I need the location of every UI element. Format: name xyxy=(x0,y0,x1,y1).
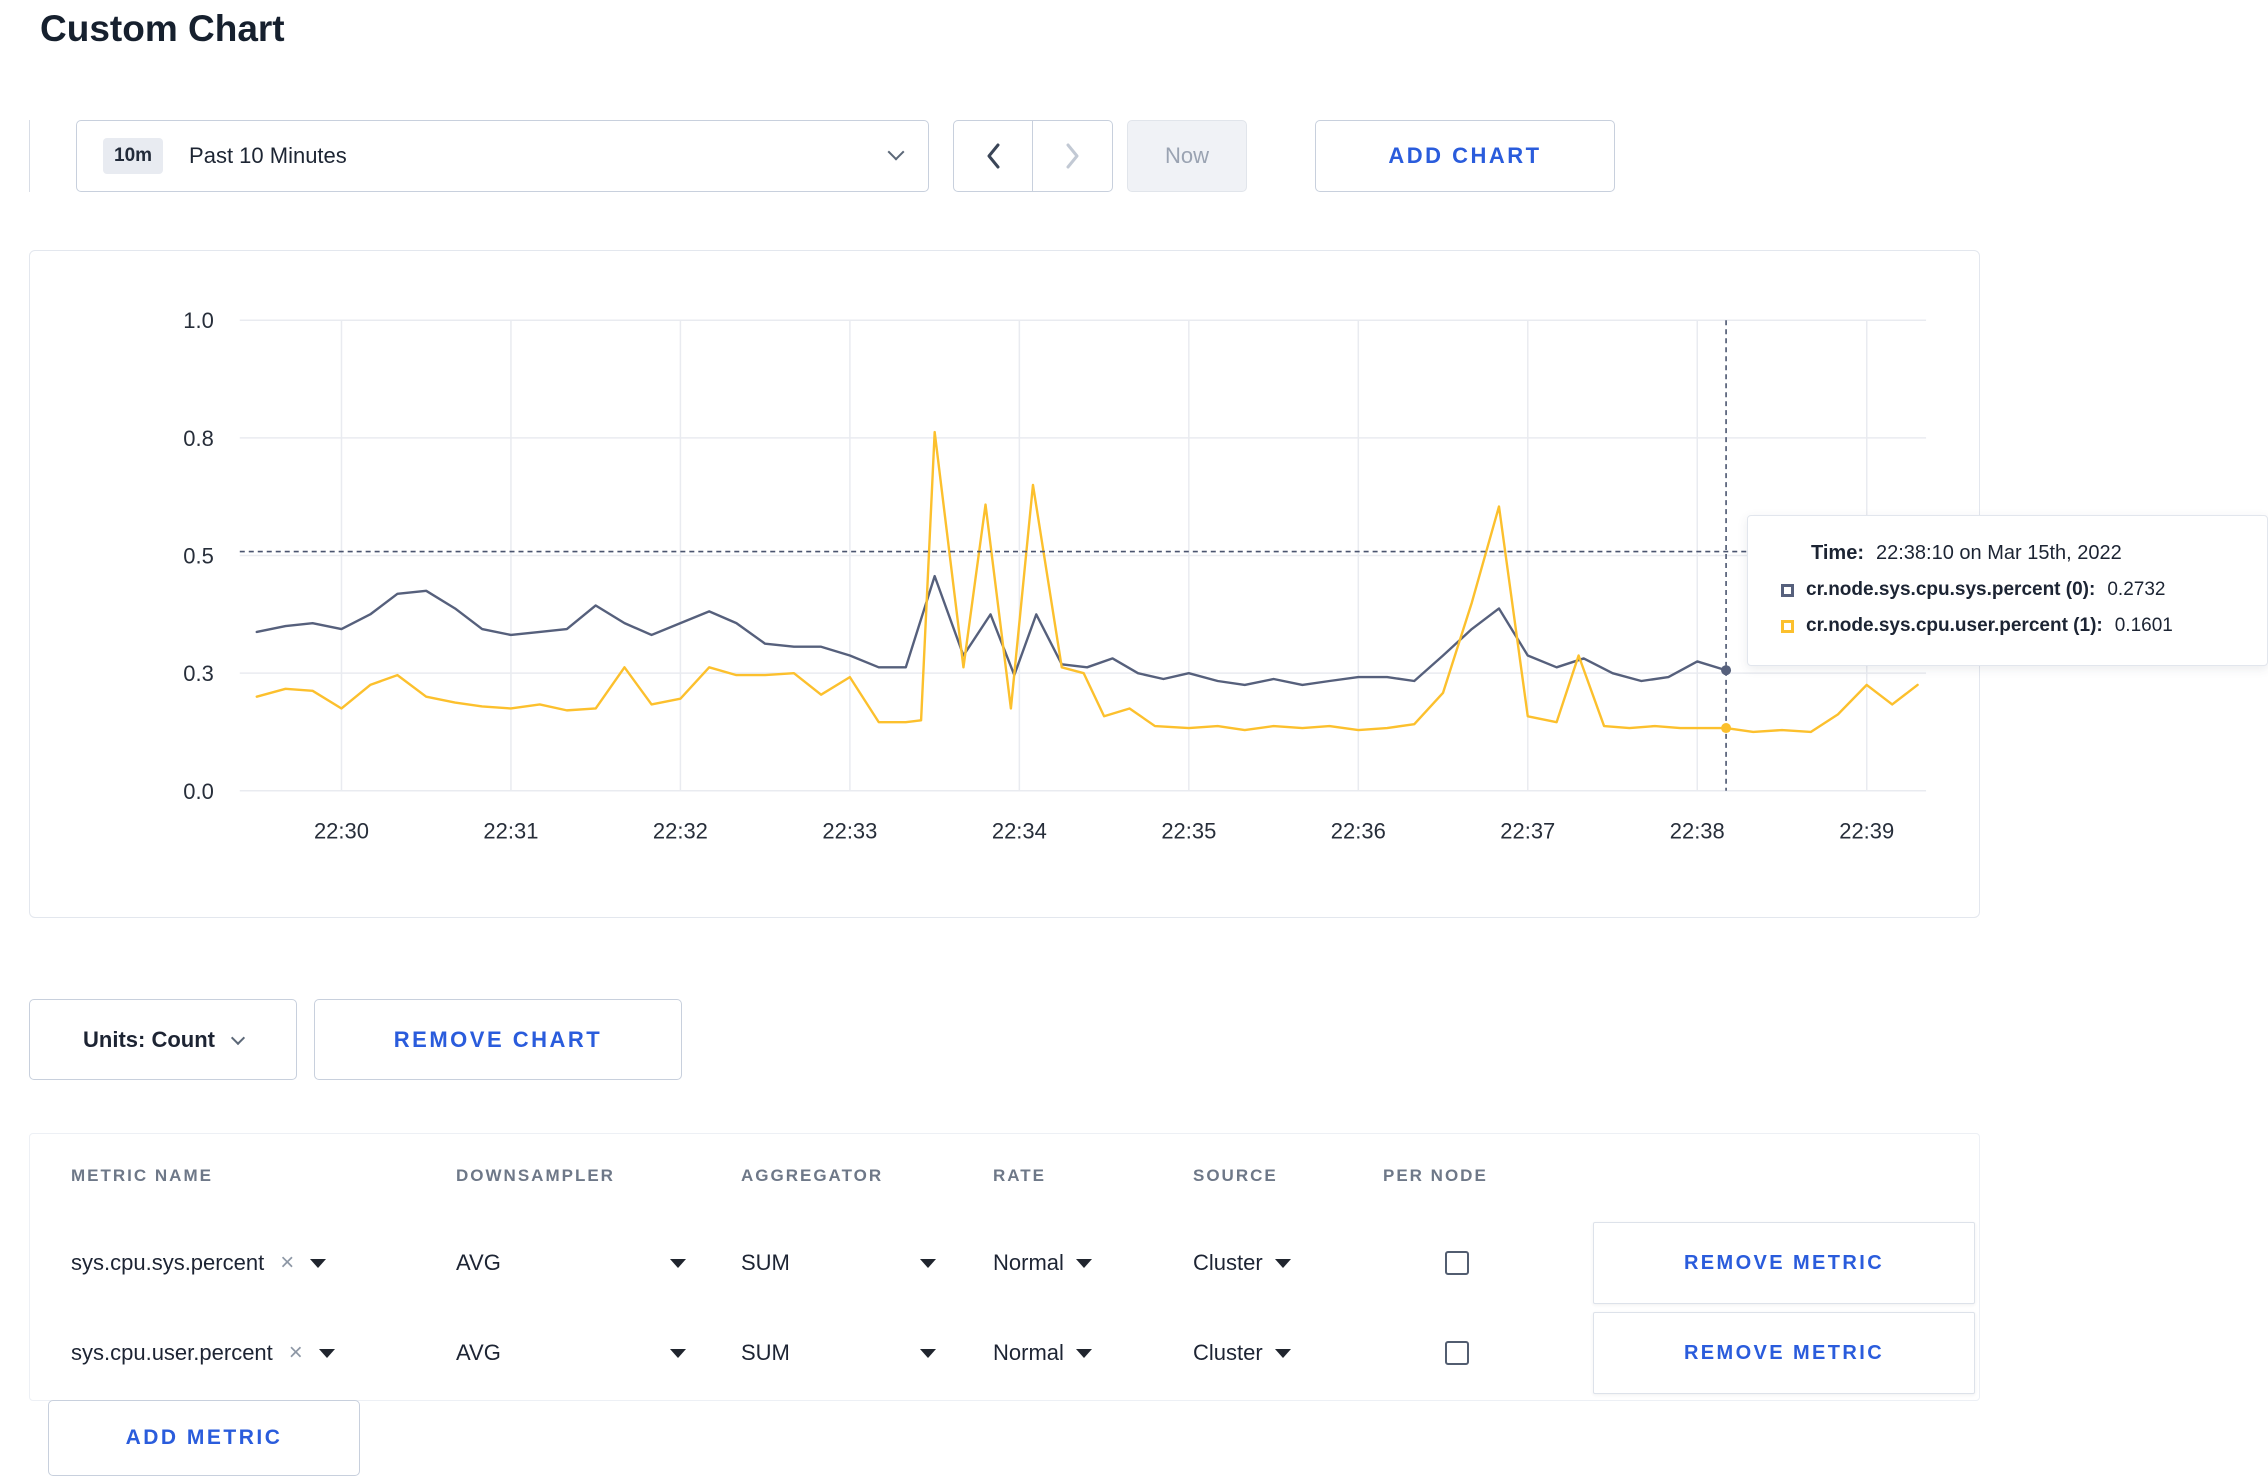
metrics-table-header: METRIC NAME DOWNSAMPLER AGGREGATOR RATE … xyxy=(71,1134,1979,1218)
remove-chart-button[interactable]: REMOVE CHART xyxy=(314,999,682,1080)
chart-card: 1.0 0.8 0.5 0.3 0.0 22:30 22:31 22:32 22:33 22:34… xyxy=(29,250,1980,918)
downsampler-select[interactable]: AVG xyxy=(456,1340,686,1366)
toolbar-divider xyxy=(29,120,30,192)
x-tick-label: 22:39 xyxy=(1839,819,1894,844)
metrics-table-card: METRIC NAME DOWNSAMPLER AGGREGATOR RATE … xyxy=(29,1133,1980,1401)
hover-marker xyxy=(1721,665,1732,676)
x-tick-label: 22:32 xyxy=(653,819,708,844)
aggregator-select[interactable]: SUM xyxy=(741,1340,936,1366)
col-header-per-node: PER NODE xyxy=(1383,1166,1488,1185)
hover-marker xyxy=(1721,723,1732,734)
x-tick-label: 22:31 xyxy=(483,819,538,844)
y-tick-label: 1.0 xyxy=(183,308,214,333)
y-tick-label: 0.0 xyxy=(183,779,214,804)
time-range-label: Past 10 Minutes xyxy=(189,143,347,168)
time-nav-group xyxy=(953,120,1113,192)
dropdown-arrow-icon xyxy=(1075,1348,1092,1358)
tooltip-series-label: cr.node.sys.cpu.user.percent (1): xyxy=(1806,615,2103,636)
dropdown-arrow-icon xyxy=(1075,1258,1092,1268)
x-tick-label: 22:33 xyxy=(822,819,877,844)
x-tick-label: 22:30 xyxy=(314,819,369,844)
metric-name-select[interactable]: sys.cpu.user.percent × xyxy=(71,1340,456,1366)
dropdown-arrow-icon xyxy=(1274,1348,1291,1358)
aggregator-value: SUM xyxy=(741,1340,790,1365)
x-tick-label: 22:36 xyxy=(1331,819,1386,844)
source-value: Cluster xyxy=(1193,1250,1263,1275)
x-tick-label: 22:38 xyxy=(1670,819,1725,844)
time-next-button[interactable] xyxy=(1033,120,1113,192)
rate-value: Normal xyxy=(993,1340,1064,1365)
tooltip-series-label: cr.node.sys.cpu.sys.percent (0): xyxy=(1806,579,2096,600)
clear-icon[interactable]: × xyxy=(289,1341,303,1365)
tooltip-time-value: 22:38:10 on Mar 15th, 2022 xyxy=(1875,542,2122,564)
chevron-down-icon xyxy=(887,143,905,161)
remove-metric-button[interactable]: REMOVE METRIC xyxy=(1593,1222,1975,1304)
tooltip-series-row: cr.node.sys.cpu.user.percent (1): 0.1601 xyxy=(1781,615,2257,637)
col-header-downsampler: DOWNSAMPLER xyxy=(456,1166,615,1185)
table-row: sys.cpu.user.percent × AVG SUM Normal Cl… xyxy=(71,1308,1979,1398)
dropdown-arrow-icon xyxy=(1274,1258,1291,1268)
series-swatch-icon xyxy=(1781,619,1794,633)
dropdown-arrow-icon xyxy=(920,1258,936,1268)
x-tick-label: 22:35 xyxy=(1161,819,1216,844)
source-value: Cluster xyxy=(1193,1340,1263,1365)
time-range-select[interactable]: 10m Past 10 Minutes xyxy=(76,120,929,192)
y-tick-label: 0.3 xyxy=(183,661,214,686)
dropdown-arrow-icon xyxy=(670,1348,686,1358)
add-chart-button[interactable]: ADD CHART xyxy=(1315,120,1615,192)
x-tick-label: 22:34 xyxy=(992,819,1047,844)
dropdown-arrow-icon xyxy=(318,1348,335,1358)
dropdown-arrow-icon xyxy=(670,1258,686,1268)
downsampler-value: AVG xyxy=(456,1340,501,1365)
x-tick-label: 22:37 xyxy=(1500,819,1555,844)
chart-controls-row: Units: Count REMOVE CHART xyxy=(29,999,682,1080)
time-toolbar: 10m Past 10 Minutes Now ADD CHART xyxy=(29,120,1615,192)
metric-name-select[interactable]: sys.cpu.sys.percent × xyxy=(71,1250,456,1276)
chevron-right-icon xyxy=(1066,143,1079,169)
metric-name-value: sys.cpu.user.percent xyxy=(71,1340,273,1365)
source-select[interactable]: Cluster xyxy=(1193,1340,1291,1366)
col-header-metric-name: METRIC NAME xyxy=(71,1166,213,1185)
series-line-cr.node.sys.cpu.user.percent xyxy=(255,430,1919,734)
tooltip-series-value: 0.2732 xyxy=(2107,579,2166,600)
clear-icon[interactable]: × xyxy=(280,1251,294,1275)
tooltip-series-value: 0.1601 xyxy=(2114,615,2173,636)
time-range-badge: 10m xyxy=(103,138,164,174)
col-header-aggregator: AGGREGATOR xyxy=(741,1166,884,1185)
rate-value: Normal xyxy=(993,1250,1064,1275)
tooltip-time-label: Time: xyxy=(1811,542,1864,564)
add-metric-button[interactable]: ADD METRIC xyxy=(48,1400,360,1476)
units-select[interactable]: Units: Count xyxy=(29,999,297,1080)
source-select[interactable]: Cluster xyxy=(1193,1250,1291,1276)
col-header-source: SOURCE xyxy=(1193,1166,1278,1185)
rate-select[interactable]: Normal xyxy=(993,1250,1092,1276)
series-line-cr.node.sys.cpu.sys.percent xyxy=(255,574,1728,687)
dropdown-arrow-icon xyxy=(310,1258,327,1268)
metric-name-value: sys.cpu.sys.percent xyxy=(71,1250,265,1275)
remove-metric-button[interactable]: REMOVE METRIC xyxy=(1593,1312,1975,1394)
chart-hover-tooltip: Time: 22:38:10 on Mar 15th, 2022 cr.node.… xyxy=(1747,515,2268,666)
now-button[interactable]: Now xyxy=(1127,120,1247,192)
dropdown-arrow-icon xyxy=(920,1348,936,1358)
chevron-down-icon xyxy=(230,1030,246,1045)
aggregator-value: SUM xyxy=(741,1250,790,1275)
y-tick-label: 0.5 xyxy=(183,544,214,569)
table-row: sys.cpu.sys.percent × AVG SUM Normal Clu… xyxy=(71,1218,1979,1308)
time-prev-button[interactable] xyxy=(953,120,1033,192)
per-node-checkbox[interactable] xyxy=(1445,1251,1469,1275)
page-title: Custom Chart xyxy=(40,8,285,49)
tooltip-series-row: cr.node.sys.cpu.sys.percent (0): 0.2732 xyxy=(1781,579,2257,601)
rate-select[interactable]: Normal xyxy=(993,1340,1092,1366)
tooltip-time-row: Time: 22:38:10 on Mar 15th, 2022 xyxy=(1811,542,2257,565)
series-swatch-icon xyxy=(1781,583,1794,597)
downsampler-select[interactable]: AVG xyxy=(456,1250,686,1276)
downsampler-value: AVG xyxy=(456,1250,501,1275)
custom-chart-svg[interactable]: 1.0 0.8 0.5 0.3 0.0 22:30 22:31 22:32 22:33 22:34… xyxy=(30,251,1979,917)
units-label: Units: Count xyxy=(83,1026,215,1052)
chevron-left-icon xyxy=(987,143,999,169)
col-header-rate: RATE xyxy=(993,1166,1047,1185)
aggregator-select[interactable]: SUM xyxy=(741,1250,936,1276)
per-node-checkbox[interactable] xyxy=(1445,1341,1469,1365)
y-tick-label: 0.8 xyxy=(183,426,214,451)
